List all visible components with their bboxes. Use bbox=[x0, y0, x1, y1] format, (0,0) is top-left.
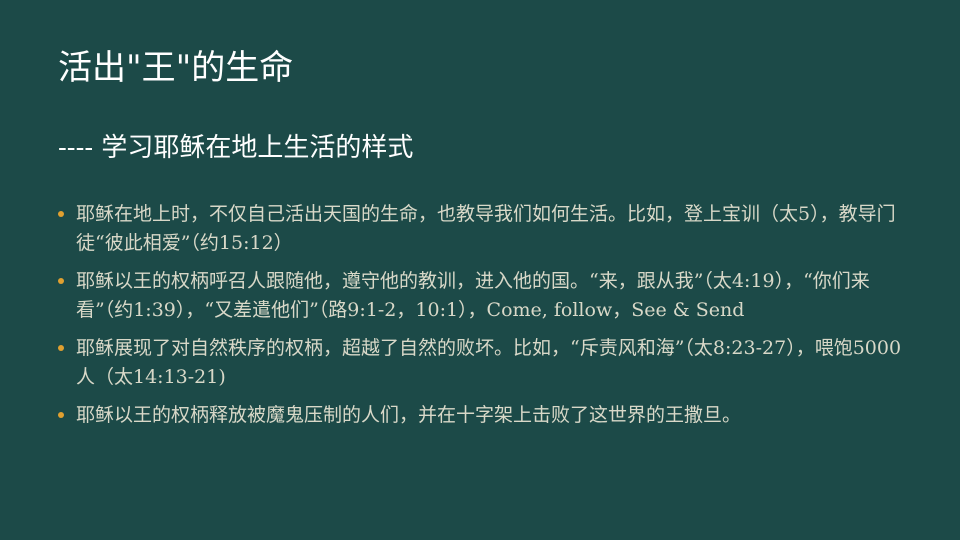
bullet-item: 耶稣展现了对自然秩序的权柄，超越了自然的败坏。比如，“斥责风和海”（太8:23-… bbox=[58, 334, 918, 392]
slide-title: 活出"王"的生命 bbox=[58, 48, 294, 88]
slide-subtitle: ---- 学习耶稣在地上生活的样式 bbox=[58, 133, 414, 163]
bullet-dot-icon bbox=[58, 278, 64, 284]
bullet-dot-icon bbox=[58, 211, 64, 217]
bullet-dot-icon bbox=[58, 412, 64, 418]
bullet-text: 耶稣在地上时，不仅自己活出天国的生命，也教导我们如何生活。比如，登上宝训（太5）… bbox=[76, 203, 896, 254]
bullet-text: 耶稣以王的权柄呼召人跟随他，遵守他的教训，进入他的国。“来，跟从我”（太4:19… bbox=[76, 270, 870, 321]
bullet-list: 耶稣在地上时，不仅自己活出天国的生命，也教导我们如何生活。比如，登上宝训（太5）… bbox=[58, 200, 918, 439]
bullet-dot-icon bbox=[58, 345, 64, 351]
bullet-item: 耶稣以王的权柄呼召人跟随他，遵守他的教训，进入他的国。“来，跟从我”（太4:19… bbox=[58, 267, 918, 325]
bullet-item: 耶稣在地上时，不仅自己活出天国的生命，也教导我们如何生活。比如，登上宝训（太5）… bbox=[58, 200, 918, 258]
slide: 活出"王"的生命 ---- 学习耶稣在地上生活的样式 耶稣在地上时，不仅自己活出… bbox=[0, 0, 960, 540]
bullet-item: 耶稣以王的权柄释放被魔鬼压制的人们，并在十字架上击败了这世界的王撒旦。 bbox=[58, 401, 918, 430]
bullet-text: 耶稣展现了对自然秩序的权柄，超越了自然的败坏。比如，“斥责风和海”（太8:23-… bbox=[76, 337, 902, 388]
bullet-text: 耶稣以王的权柄释放被魔鬼压制的人们，并在十字架上击败了这世界的王撒旦。 bbox=[76, 404, 742, 426]
